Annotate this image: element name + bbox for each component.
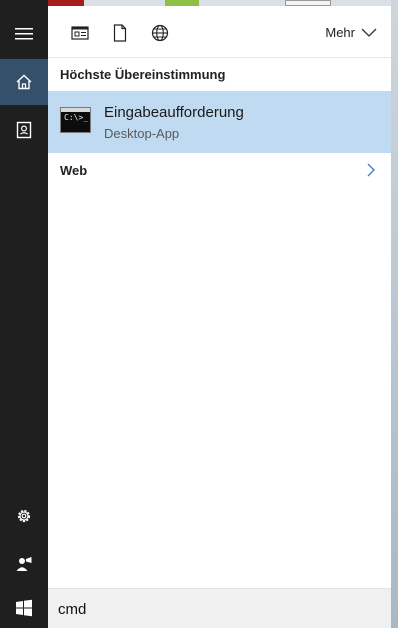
- start-button[interactable]: [0, 588, 48, 628]
- home-button[interactable]: [0, 59, 48, 105]
- notebook-icon: [16, 121, 32, 139]
- web-section-row[interactable]: Web: [48, 154, 391, 186]
- notebook-button[interactable]: [0, 107, 48, 153]
- result-subtitle: Desktop-App: [104, 126, 180, 141]
- search-box: [48, 588, 391, 628]
- feedback-button[interactable]: [0, 541, 48, 587]
- web-filter-button[interactable]: [150, 23, 170, 43]
- search-input[interactable]: [58, 598, 378, 620]
- result-title: Eingabeaufforderung: [104, 104, 244, 121]
- best-match-heading: Höchste Übereinstimmung: [60, 67, 226, 82]
- hamburger-menu-icon: [15, 28, 33, 40]
- hamburger-menu-button[interactable]: [0, 11, 48, 57]
- filter-bar: Mehr: [48, 6, 391, 58]
- windows-start-icon: [16, 599, 32, 617]
- more-filters-button[interactable]: Mehr: [325, 25, 377, 40]
- cortana-rail: [0, 0, 48, 628]
- apps-filter-icon: [71, 26, 89, 40]
- search-results-panel: Mehr Höchste Übereinstimmung C:\>_ Einga…: [48, 6, 391, 588]
- settings-button[interactable]: [0, 493, 48, 539]
- settings-gear-icon: [17, 509, 31, 523]
- web-filter-icon: [151, 24, 169, 42]
- documents-filter-icon: [113, 24, 127, 42]
- documents-filter-button[interactable]: [110, 23, 130, 43]
- command-prompt-icon: C:\>_: [60, 107, 91, 133]
- home-icon: [16, 74, 32, 90]
- desktop-background-right: [391, 0, 398, 628]
- feedback-icon: [16, 557, 32, 571]
- apps-filter-button[interactable]: [70, 23, 90, 43]
- best-match-result[interactable]: C:\>_ Eingabeaufforderung Desktop-App: [48, 91, 391, 153]
- web-section-label: Web: [60, 163, 88, 178]
- chevron-down-icon: [361, 28, 377, 37]
- chevron-right-icon: [367, 163, 375, 177]
- more-filters-label: Mehr: [325, 25, 355, 40]
